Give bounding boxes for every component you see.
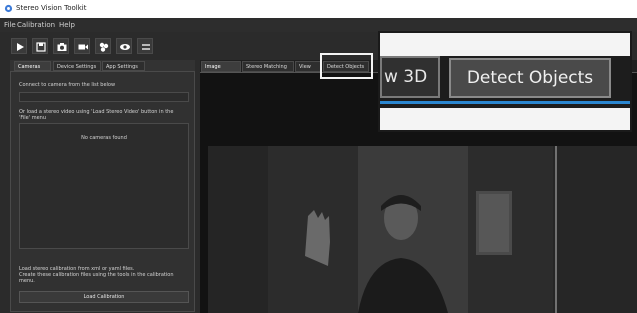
video-icon: [78, 44, 88, 50]
menu-calibration[interactable]: Calibration: [17, 21, 55, 29]
camera-feed-scene: [208, 146, 637, 313]
load-calibration-button[interactable]: Load Calibration: [19, 291, 189, 303]
play-button[interactable]: [11, 38, 27, 54]
play-icon: [17, 43, 24, 51]
tab-app-settings[interactable]: App Settings: [102, 61, 145, 71]
zoomed-tab-detect-objects: Detect Objects: [449, 58, 611, 98]
calibration-instructions-3: menu.: [19, 278, 35, 284]
stereo-matching-button[interactable]: [95, 38, 111, 54]
toggle-view-button[interactable]: [116, 38, 132, 54]
title-bar: Stereo Vision Toolkit: [0, 0, 637, 18]
tab-cameras[interactable]: Cameras: [14, 61, 51, 71]
active-tab-indicator: [380, 101, 630, 104]
save-button[interactable]: [32, 38, 48, 54]
zoom-callout: w 3D Detect Objects: [378, 31, 632, 132]
save-icon: [36, 42, 46, 52]
calibration-instructions-2: Create these calibration files using the…: [19, 272, 174, 278]
camera-feed-image: [208, 146, 637, 313]
highlight-box: [320, 53, 373, 79]
camera-icon: [57, 43, 67, 51]
tab-device-settings[interactable]: Device Settings: [53, 61, 101, 71]
zoomed-tab-view-3d: w 3D: [380, 56, 440, 98]
eye-icon: [120, 44, 130, 50]
no-cameras-label: No cameras found: [81, 135, 127, 141]
menu-help[interactable]: Help: [59, 21, 75, 29]
capture-image-button[interactable]: [53, 38, 69, 54]
tab-view-3d[interactable]: View 3D: [295, 61, 322, 81]
cameras-tab-content: Connect to camera from the list below Or…: [10, 71, 195, 312]
window-title: Stereo Vision Toolkit: [16, 4, 87, 12]
stereo-matching-icon: [99, 42, 109, 52]
tab-image-viewer[interactable]: Image Viewer: [201, 61, 241, 81]
left-panel: Cameras Device Settings App Settings Con…: [10, 60, 195, 312]
zoomed-tab-strip: w 3D Detect Objects: [380, 56, 630, 108]
record-video-button[interactable]: [74, 38, 90, 54]
tab-stereo-matching[interactable]: Stereo Matching: [242, 61, 294, 72]
menu-bar: File Calibration Help: [0, 18, 637, 32]
load-video-instructions-2: 'File' menu: [19, 115, 46, 121]
menu-file[interactable]: File: [4, 21, 16, 29]
camera-list[interactable]: No cameras found: [19, 123, 189, 249]
app-icon: [4, 4, 13, 13]
connect-instructions: Connect to camera from the list below: [19, 82, 116, 88]
camera-connect-field[interactable]: [19, 92, 189, 102]
swap-cameras-button[interactable]: [137, 38, 153, 54]
swap-icon: [142, 44, 150, 50]
